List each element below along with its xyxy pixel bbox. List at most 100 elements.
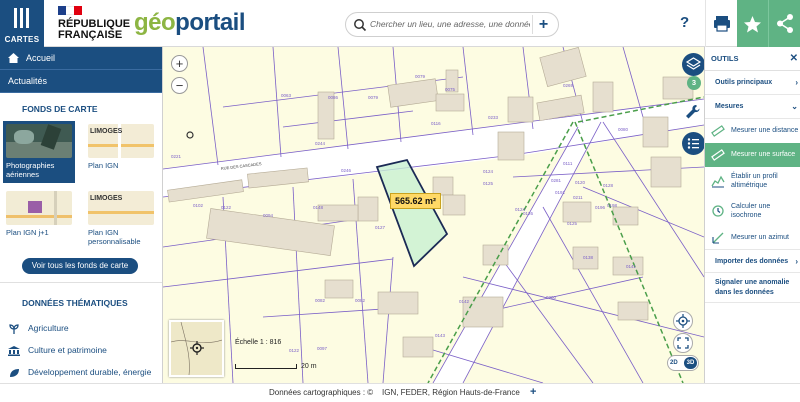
tool-measure-distance[interactable]: Mesurer une distance bbox=[705, 119, 800, 143]
parcel-number: 0082 bbox=[315, 298, 326, 303]
parcel-number: 0116 bbox=[431, 121, 441, 126]
group-label: Signaler une anomalie dans les données bbox=[715, 279, 790, 296]
plan-ign-j1-thumbnail bbox=[6, 191, 72, 225]
basemap-plan-ign-j1[interactable]: Plan IGN j+1 bbox=[6, 191, 78, 237]
mode-3d[interactable]: 3D bbox=[684, 357, 697, 369]
group-importer[interactable]: Importer des données › bbox=[705, 249, 800, 273]
view-mode-toggle[interactable]: 2D 3D bbox=[667, 355, 699, 371]
menu-icon bbox=[14, 8, 30, 28]
parcel-number: 0269 bbox=[563, 83, 574, 88]
parcel-number: 0125 bbox=[483, 181, 494, 186]
chevron-down-icon: ⌄ bbox=[791, 102, 798, 111]
plan-ign-thumbnail: LIMOGES bbox=[88, 124, 154, 158]
favorites-button[interactable] bbox=[737, 0, 768, 47]
target-icon bbox=[676, 314, 690, 328]
overview-minimap[interactable] bbox=[169, 320, 224, 377]
group-label: Outils principaux bbox=[715, 79, 773, 86]
tool-measure-surface[interactable]: Mesurer une surface bbox=[705, 143, 800, 167]
layers-button[interactable] bbox=[682, 53, 704, 76]
republique-line-2: FRANÇAISE bbox=[58, 29, 123, 41]
nav-accueil[interactable]: Accueil bbox=[0, 47, 162, 70]
thematic-culture[interactable]: Culture et patrimoine bbox=[8, 345, 107, 356]
mode-2d[interactable]: 2D bbox=[670, 357, 678, 369]
basemap-label: Plan IGN personnalisable bbox=[88, 228, 141, 246]
footer-plus-button[interactable]: + bbox=[530, 386, 536, 398]
measured-parcel[interactable] bbox=[375, 158, 449, 268]
help-button[interactable]: ? bbox=[680, 14, 689, 31]
tool-altitude-profile[interactable]: Établir un profil altimétrique bbox=[705, 167, 800, 197]
group-outils-principaux[interactable]: Outils principaux › bbox=[705, 71, 800, 95]
parcel-number: 0122 bbox=[289, 348, 300, 353]
cartes-menu-button[interactable]: CARTES bbox=[0, 0, 44, 47]
tool-azimuth[interactable]: Mesurer un azimut bbox=[705, 227, 800, 249]
map-canvas[interactable]: 0063 0079 0086 0079 0075 0116 0244 0221 … bbox=[163, 47, 704, 383]
search-icon bbox=[354, 19, 367, 32]
parcel-number: 0124 bbox=[483, 169, 494, 174]
thematic-title: DONNÉES THÉMATIQUES bbox=[22, 298, 128, 308]
parcel-number: 0111 bbox=[563, 161, 573, 166]
group-signaler[interactable]: Signaler une anomalie dans les données bbox=[705, 273, 800, 303]
share-button[interactable] bbox=[768, 0, 800, 47]
thematic-label: Agriculture bbox=[28, 323, 69, 333]
parcel-number: 0079 bbox=[368, 95, 379, 100]
share-icon bbox=[777, 14, 793, 33]
ruler-icon bbox=[711, 149, 725, 161]
thematic-label: Développement durable, énergie bbox=[28, 367, 152, 377]
parcel-number: 0079 bbox=[415, 74, 426, 79]
see-all-basemaps-button[interactable]: Voir tous les fonds de carte bbox=[22, 258, 138, 274]
print-button[interactable] bbox=[705, 0, 737, 47]
layers-icon bbox=[685, 57, 702, 70]
advanced-search-plus-icon[interactable]: + bbox=[532, 15, 554, 34]
parcel-number: 0138 bbox=[583, 255, 594, 260]
close-icon[interactable]: ✕ bbox=[790, 47, 798, 71]
parcel-number: 0142 bbox=[459, 299, 470, 304]
basemap-plan-ign[interactable]: LIMOGES Plan IGN bbox=[88, 124, 160, 170]
zoom-out-button[interactable]: − bbox=[171, 77, 188, 94]
footer-attribution: Données cartographiques : © IGN, FEDER, … bbox=[0, 383, 800, 402]
top-bar: CARTES RÉPUBLIQUE FRANÇAISE géoportail C… bbox=[0, 0, 800, 47]
sidebar-nav: Accueil Actualités bbox=[0, 47, 162, 93]
search-box[interactable]: Chercher un lieu, une adresse, une donné… bbox=[345, 12, 559, 37]
parcel-number: 0233 bbox=[488, 115, 499, 120]
parcel-number: 0281 bbox=[551, 178, 562, 183]
catalog-list-button[interactable] bbox=[682, 132, 704, 155]
basemap-photographies[interactable]: Photographies aériennes bbox=[3, 121, 75, 183]
parcel-number: 0126 bbox=[523, 211, 534, 216]
thematic-agriculture[interactable]: Agriculture bbox=[8, 323, 69, 334]
thumb-text: LIMOGES bbox=[90, 128, 123, 135]
scale-distance: 20 m bbox=[301, 363, 317, 370]
group-mesures[interactable]: Mesures ⌄ bbox=[705, 95, 800, 119]
footer-credits: Données cartographiques : © bbox=[269, 388, 374, 397]
parcel-number: 0097 bbox=[317, 346, 328, 351]
sidebar-divider bbox=[0, 282, 162, 283]
tools-panel: OUTILS ✕ Outils principaux › Mesures ⌄ Mes… bbox=[704, 47, 800, 383]
nav-accueil-label: Accueil bbox=[26, 53, 56, 63]
tool-label: Établir un profil altimétrique bbox=[731, 173, 778, 189]
parcel-number: 0080 bbox=[618, 127, 629, 132]
cadastral-map: 0063 0079 0086 0079 0075 0116 0244 0221 … bbox=[163, 47, 704, 383]
parcel-number: 0127 bbox=[375, 225, 386, 230]
tool-label: Mesurer une surface bbox=[731, 151, 796, 158]
print-icon bbox=[714, 16, 730, 32]
search-input[interactable]: Chercher un lieu, une adresse, une donné… bbox=[370, 19, 530, 29]
fullscreen-button[interactable] bbox=[673, 333, 693, 353]
parcel-number: 0086 bbox=[328, 95, 339, 100]
wrench-icon bbox=[686, 105, 700, 119]
profile-chart-icon bbox=[711, 175, 725, 188]
chevron-right-icon: › bbox=[795, 257, 798, 266]
tool-isochrone[interactable]: Calculer une isochrone bbox=[705, 197, 800, 227]
scale-ratio: Échelle 1 : 816 bbox=[235, 339, 282, 346]
parcel-number: 0198 bbox=[607, 203, 618, 208]
geoportail-logo[interactable]: géoportail bbox=[134, 9, 246, 37]
tool-label: Calculer une isochrone bbox=[731, 203, 771, 219]
geolocate-button[interactable] bbox=[673, 311, 693, 331]
thematic-developpement[interactable]: Développement durable, énergie bbox=[8, 367, 151, 378]
basemap-plan-ign-perso[interactable]: LIMOGES Plan IGN personnalisable bbox=[88, 191, 160, 246]
group-label: Mesures bbox=[715, 103, 744, 110]
parcel-number: 0148 bbox=[313, 205, 324, 210]
cartes-label: CARTES bbox=[4, 35, 40, 44]
nav-actualites[interactable]: Actualités bbox=[0, 70, 162, 93]
museum-icon bbox=[8, 345, 20, 356]
zoom-in-button[interactable]: + bbox=[171, 55, 188, 72]
republique-francaise-logo[interactable]: RÉPUBLIQUE FRANÇAISE bbox=[58, 6, 130, 41]
